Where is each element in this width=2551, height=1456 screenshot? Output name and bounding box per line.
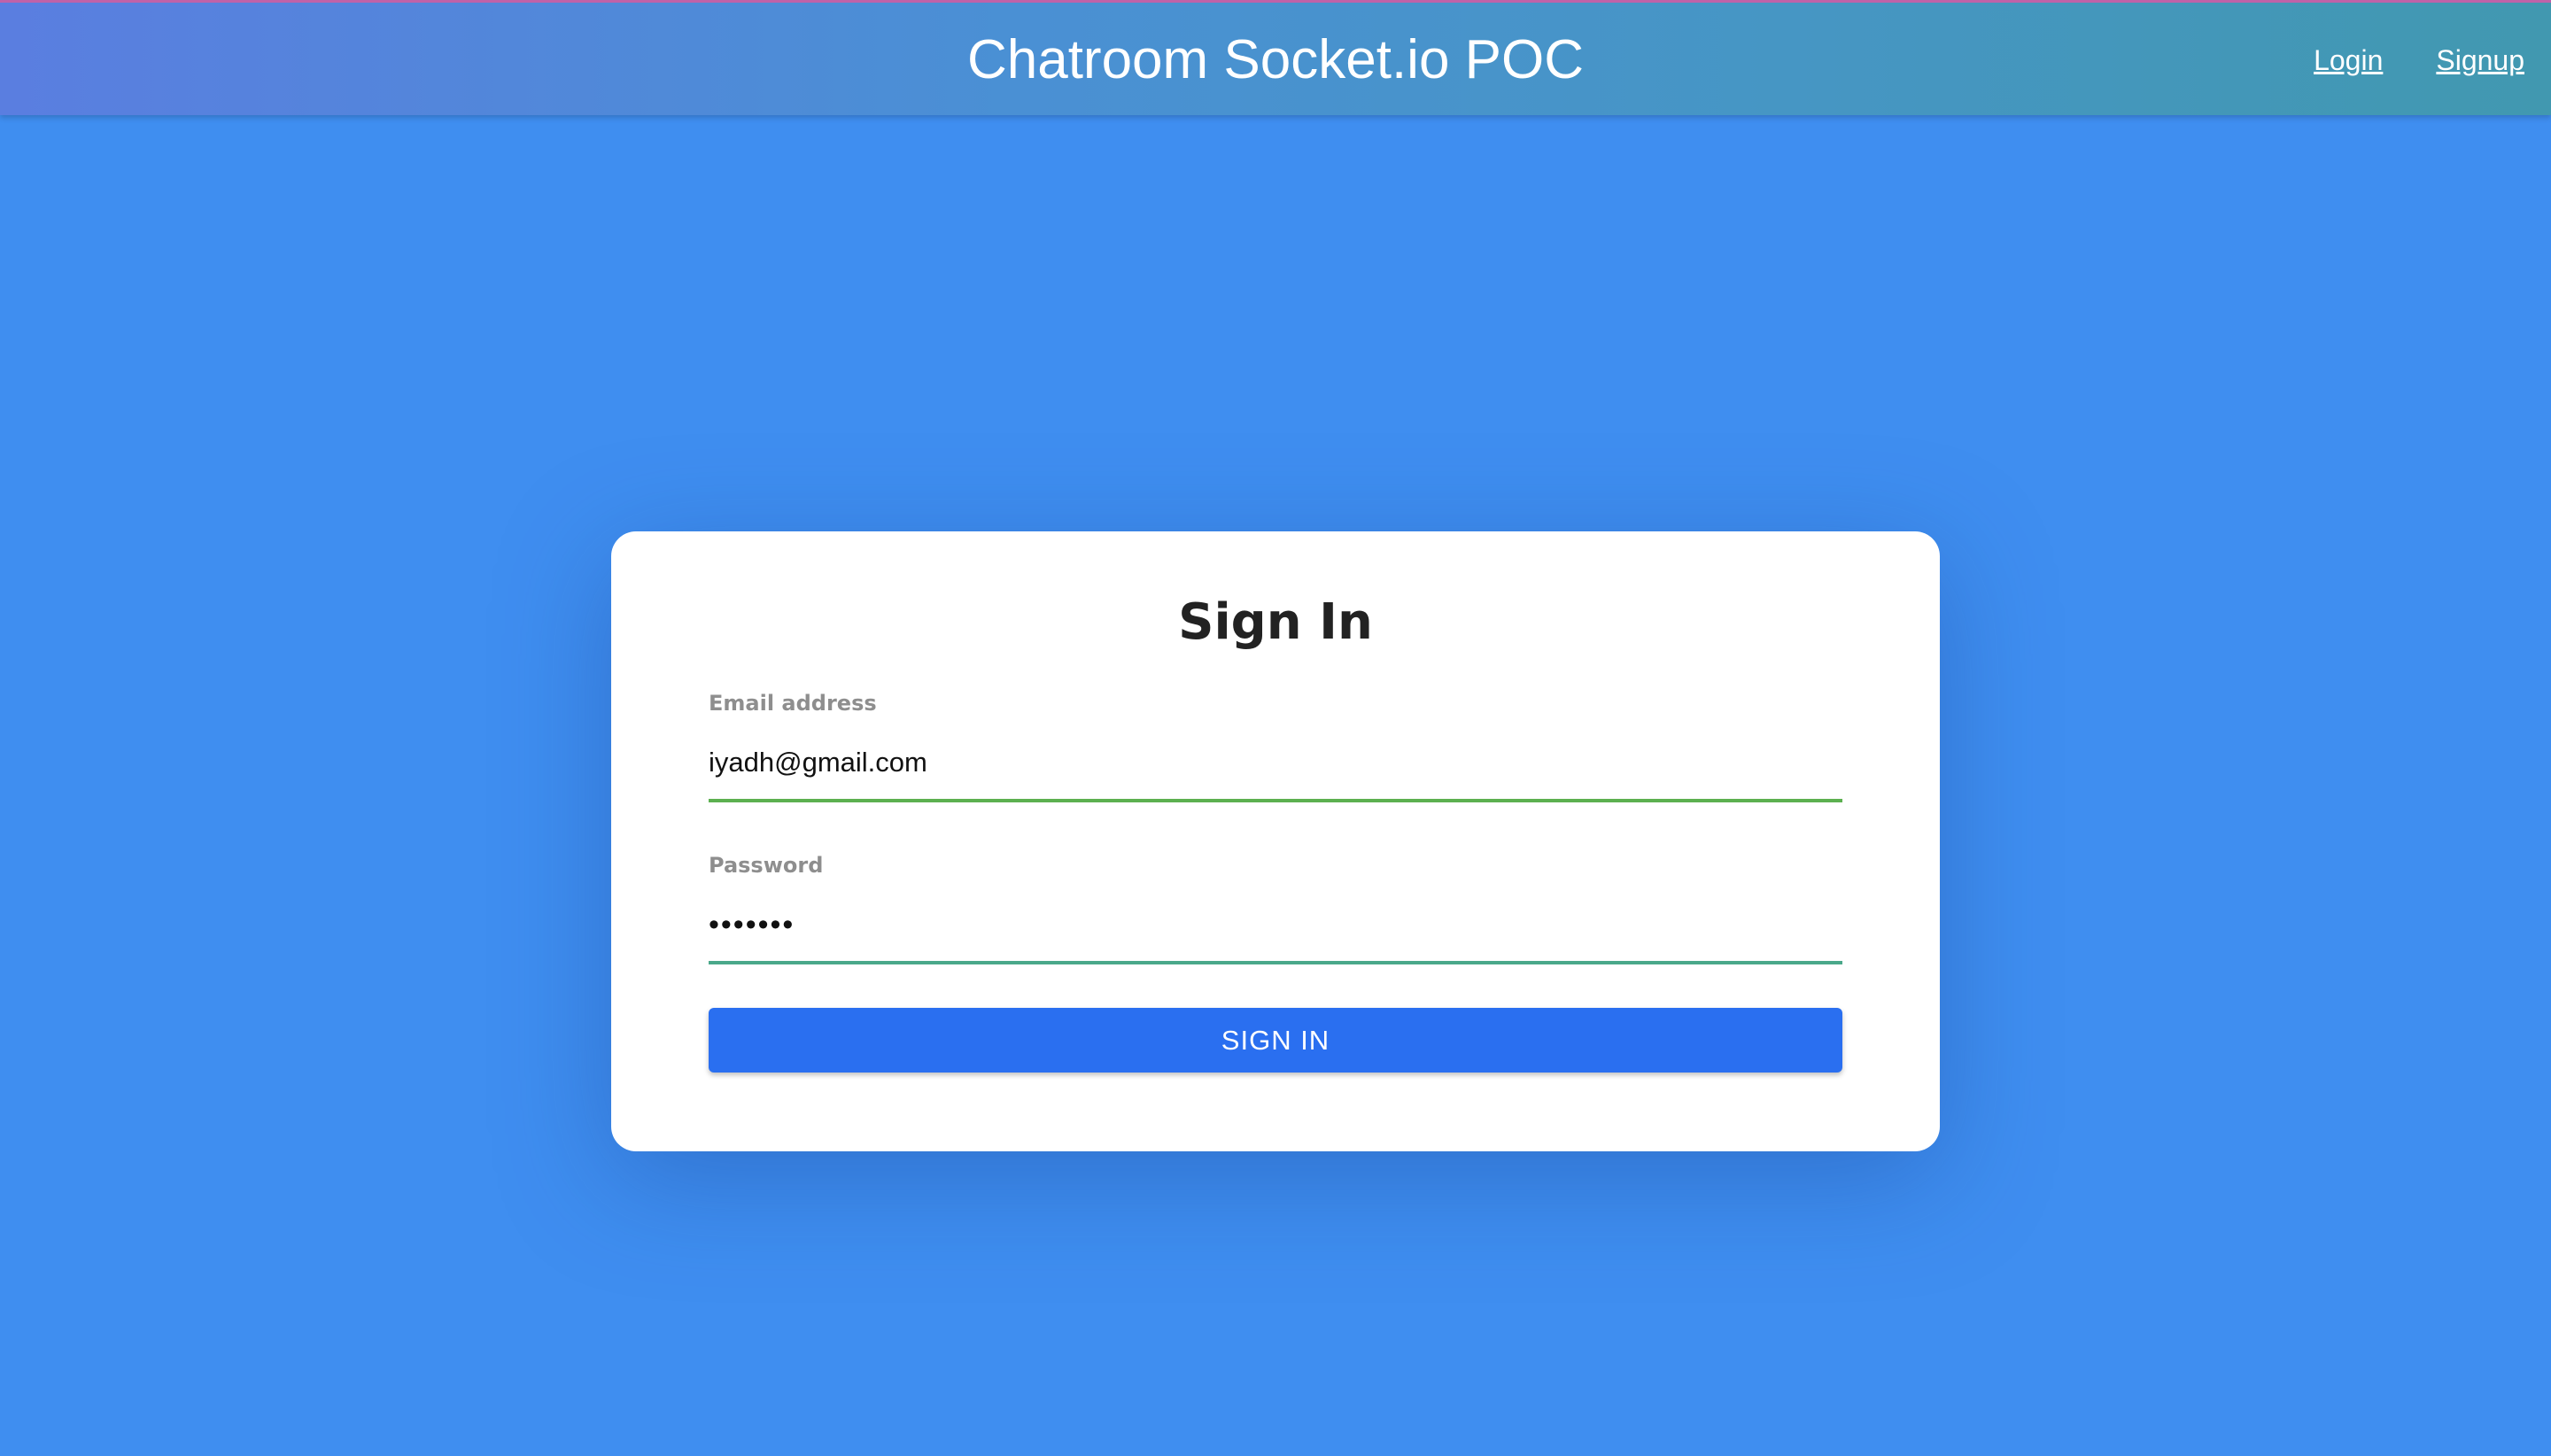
signup-link[interactable]: Signup [2436, 44, 2524, 77]
password-input[interactable] [709, 888, 1842, 964]
email-field-group: Email address [709, 691, 1842, 802]
signin-card: Sign In Email address Password SIGN IN [611, 531, 1940, 1151]
signin-heading: Sign In [1178, 593, 1373, 651]
login-link[interactable]: Login [2314, 44, 2383, 77]
email-label: Email address [709, 691, 877, 716]
email-input[interactable] [709, 726, 1842, 802]
navbar: Chatroom Socket.io POC Login Signup [0, 0, 2551, 115]
app-title: Chatroom Socket.io POC [966, 29, 1585, 90]
nav-links: Login Signup [2260, 3, 2524, 118]
password-label: Password [709, 853, 824, 878]
signin-button[interactable]: SIGN IN [709, 1008, 1842, 1073]
password-field-group: Password [709, 853, 1842, 964]
